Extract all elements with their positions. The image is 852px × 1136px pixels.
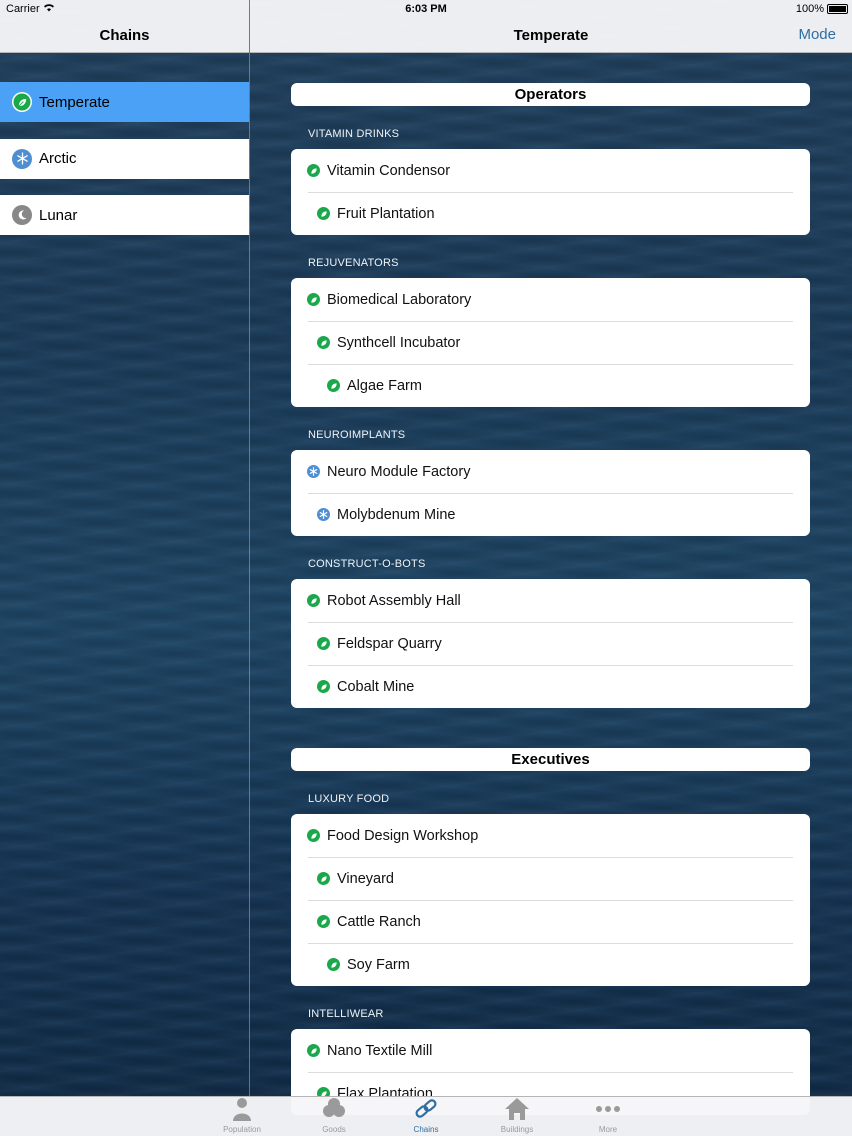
leaf-icon [317,680,330,693]
sidebar-item-label: Lunar [39,206,78,224]
battery-icon [827,4,848,14]
leaf-icon [307,164,320,177]
chain-sidebar: Temperate Arctic Lunar [0,82,249,252]
chain-card: Food Design Workshop Vineyard Cattle Ranch… [291,814,810,986]
chain-row-label: Molybdenum Mine [337,506,456,523]
chain-row[interactable]: Synthcell Incubator [291,321,810,364]
chain-row-label: Cobalt Mine [337,678,415,695]
section-label: REJUVENATORS [308,257,399,269]
chains-content: Operators VITAMIN DRINKS Vitamin Condensor… [291,83,810,1115]
status-bar: Carrier 6:03 PM 100% [0,0,852,18]
sidebar-item-label: Temperate [39,93,110,111]
tab-buildings[interactable]: Buildings [471,1097,563,1136]
status-time: 6:03 PM [405,3,447,15]
chain-row[interactable]: Biomedical Laboratory [291,278,810,321]
chain-row-label: Cattle Ranch [337,913,421,930]
chain-card: Neuro Module Factory Molybdenum Mine [291,450,810,536]
chain-row[interactable]: Robot Assembly Hall [291,579,810,622]
snowflake-icon [307,465,320,478]
chain-row-label: Nano Textile Mill [327,1042,433,1059]
tab-bar: Population Goods Chains Buildings More [0,1096,852,1136]
battery-percent: 100% [795,3,824,15]
chain-row[interactable]: Feldspar Quarry [291,622,810,665]
person-icon [196,1097,288,1125]
chain-row-label: Algae Farm [347,377,422,394]
tab-label: Chains [413,1125,439,1134]
leaf-icon [317,872,330,885]
chain-row[interactable]: Cobalt Mine [291,665,810,708]
chain-row-label: Fruit Plantation [337,205,435,222]
sidebar-item-temperate[interactable]: Temperate [0,82,249,122]
chain-row-label: Biomedical Laboratory [327,291,472,308]
leaf-icon [317,207,330,220]
chain-row[interactable]: Nano Textile Mill [291,1029,810,1072]
chain-row[interactable]: Molybdenum Mine [291,493,810,536]
leaf-icon [12,92,32,112]
tab-label: More [598,1125,618,1134]
sidebar-item-lunar[interactable]: Lunar [0,195,249,235]
leaf-icon [317,336,330,349]
chain-row-label: Synthcell Incubator [337,334,461,351]
chain-row-label: Robot Assembly Hall [327,592,461,609]
group-header-executives: Executives [291,748,810,771]
tab-label: Buildings [500,1125,534,1134]
chain-card: Robot Assembly Hall Feldspar Quarry Cobalt… [291,579,810,708]
leaf-icon [317,637,330,650]
leaf-icon [327,379,340,392]
group-header-operators: Operators [291,83,810,106]
tab-more[interactable]: More [562,1097,654,1136]
left-nav-title: Chains [99,27,150,44]
tab-chains[interactable]: Chains [380,1097,472,1136]
leaf-icon [307,293,320,306]
tab-label: Population [223,1125,261,1134]
chain-row[interactable]: Food Design Workshop [291,814,810,857]
chain-card: Biomedical Laboratory Synthcell Incubator… [291,278,810,407]
sidebar-item-label: Arctic [39,150,77,167]
chain-row[interactable]: Soy Farm [291,943,810,986]
section-label: LUXURY FOOD [308,793,390,805]
chain-row-label: Food Design Workshop [327,827,479,844]
tab-goods[interactable]: Goods [288,1097,380,1136]
chain-row[interactable]: Fruit Plantation [291,192,810,235]
section-label: CONSTRUCT-O-BOTS [308,558,426,570]
sidebar-item-arctic[interactable]: Arctic [0,138,249,179]
tab-label: Goods [322,1125,346,1134]
chain-row-label: Soy Farm [347,956,410,973]
chain-row[interactable]: Cattle Ranch [291,900,810,943]
chain-card: Vitamin Condensor Fruit Plantation [291,149,810,235]
right-nav-title: Temperate [513,27,589,44]
leaf-icon [327,958,340,971]
chain-row[interactable]: Vineyard [291,857,810,900]
split-divider [249,0,250,1096]
chain-row-label: Feldspar Quarry [337,635,442,652]
chain-row[interactable]: Neuro Module Factory [291,450,810,493]
goods-icon [288,1097,380,1125]
chain-row-label: Vitamin Condensor [327,162,451,179]
section-label: INTELLIWEAR [308,1008,384,1020]
leaf-icon [307,594,320,607]
snowflake-icon [12,148,32,169]
section-label: NEUROIMPLANTS [308,429,406,441]
chain-row[interactable]: Algae Farm [291,364,810,407]
section-label: VITAMIN DRINKS [308,128,400,140]
leaf-icon [307,829,320,842]
leaf-icon [317,915,330,928]
chain-row[interactable]: Vitamin Condensor [291,149,810,192]
moon-icon [12,205,32,225]
house-icon [471,1097,563,1125]
leaf-icon [307,1044,320,1057]
mode-button[interactable]: Mode [798,26,836,43]
tab-population[interactable]: Population [196,1097,288,1136]
chain-link-icon [380,1097,472,1125]
more-dots-icon [562,1097,654,1125]
chain-row-label: Neuro Module Factory [327,463,471,480]
chain-row-label: Vineyard [337,870,394,887]
snowflake-icon [317,508,330,521]
